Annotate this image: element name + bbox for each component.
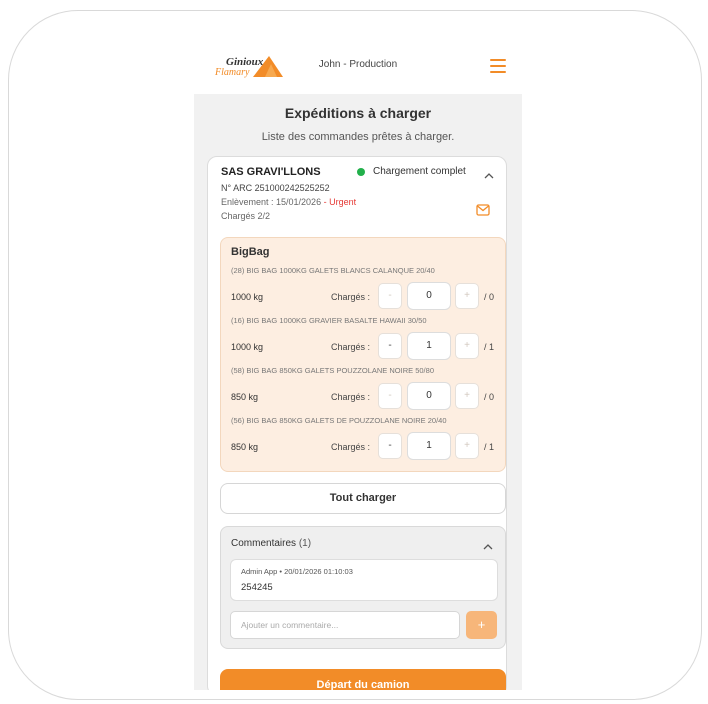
device-frame: Ginioux Flamary John - Production Expédi…	[8, 10, 702, 700]
truck-departure-button[interactable]: Départ du camion	[220, 669, 506, 690]
decrement-button[interactable]: -	[378, 333, 402, 359]
item-name: (58) BIG BAG 850KG GALETS POUZZOLANE NOI…	[231, 366, 434, 375]
mail-icon[interactable]	[476, 203, 490, 216]
pickup-text: Enlèvement : 15/01/2026	[221, 197, 322, 207]
item-weight: 1000 kg	[231, 342, 264, 352]
pickup-date: Enlèvement : 15/01/2026 - Urgent	[221, 197, 356, 207]
status-dot-icon	[357, 167, 365, 176]
increment-button[interactable]: +	[455, 333, 479, 359]
bigbag-item: (58) BIG BAG 850KG GALETS POUZZOLANE NOI…	[221, 366, 507, 416]
item-max: / 0	[484, 292, 495, 302]
client-name: SAS GRAVI'LLONS	[221, 166, 321, 178]
loaded-label: Chargés :	[331, 292, 371, 302]
bigbag-item: (28) BIG BAG 1000KG GALETS BLANCS CALANQ…	[221, 266, 507, 316]
item-max: / 1	[484, 442, 495, 452]
loaded-count: Chargés 2/2	[221, 211, 271, 221]
loaded-label: Chargés :	[331, 442, 371, 452]
quantity-field[interactable]: 1	[407, 432, 451, 460]
item-weight: 1000 kg	[231, 292, 264, 302]
add-comment-button[interactable]: +	[466, 611, 497, 639]
user-label: John - Production	[318, 59, 398, 70]
chevron-up-icon[interactable]	[484, 168, 494, 179]
urgent-flag: - Urgent	[323, 197, 357, 207]
loaded-label: Chargés :	[331, 342, 371, 352]
comments-count: (1)	[298, 538, 312, 549]
item-name: (16) BIG BAG 1000KG GRAVIER BASALTE HAWA…	[231, 316, 427, 325]
top-bar: Ginioux Flamary John - Production	[194, 44, 522, 94]
item-name: (28) BIG BAG 1000KG GALETS BLANCS CALANQ…	[231, 266, 435, 275]
increment-button[interactable]: +	[455, 283, 479, 309]
decrement-button[interactable]: -	[378, 433, 402, 459]
main-content: Expéditions à charger Liste des commande…	[194, 94, 522, 690]
page-subtitle: Liste des commandes prêtes à charger.	[261, 131, 455, 143]
hamburger-menu-icon[interactable]	[490, 59, 506, 73]
comment-input[interactable]	[230, 611, 460, 639]
increment-button[interactable]: +	[455, 383, 479, 409]
page-title: Expéditions à charger	[284, 105, 432, 121]
item-weight: 850 kg	[231, 442, 259, 452]
bigbag-title: BigBag	[231, 246, 270, 258]
increment-button[interactable]: +	[455, 433, 479, 459]
load-all-button[interactable]: Tout charger	[220, 483, 506, 514]
bigbag-section: BigBag (28) BIG BAG 1000KG GALETS BLANCS…	[220, 237, 506, 472]
loaded-label: Chargés :	[331, 392, 371, 402]
comment-text: 254245	[241, 582, 273, 593]
comments-label: Commentaires	[231, 538, 297, 549]
item-max: / 1	[484, 342, 495, 352]
comment-entry: Admin App • 20/01/2026 01:10:03 254245	[230, 559, 498, 601]
comments-title[interactable]: Commentaires (1)	[231, 538, 311, 549]
app-screen: Ginioux Flamary John - Production Expédi…	[194, 44, 522, 690]
decrement-button[interactable]: -	[378, 383, 402, 409]
item-max: / 0	[484, 392, 495, 402]
bigbag-item: (56) BIG BAG 850KG GALETS DE POUZZOLANE …	[221, 416, 507, 466]
chevron-up-icon[interactable]	[483, 539, 493, 550]
quantity-field[interactable]: 1	[407, 332, 451, 360]
status-text: Chargement complet	[373, 166, 466, 177]
decrement-button[interactable]: -	[378, 283, 402, 309]
arc-number: N° ARC 251000242525252	[221, 183, 330, 193]
item-weight: 850 kg	[231, 392, 259, 402]
bigbag-item: (16) BIG BAG 1000KG GRAVIER BASALTE HAWA…	[221, 316, 507, 366]
quantity-field[interactable]: 0	[407, 382, 451, 410]
comments-section: Commentaires (1) Admin App • 20/01/2026 …	[220, 526, 506, 649]
item-name: (56) BIG BAG 850KG GALETS DE POUZZOLANE …	[231, 416, 447, 425]
status-badge: Chargement complet	[357, 166, 466, 177]
comment-meta: Admin App • 20/01/2026 01:10:03	[241, 567, 353, 576]
order-card: SAS GRAVI'LLONS Chargement complet N° AR…	[207, 156, 507, 690]
quantity-field[interactable]: 0	[407, 282, 451, 310]
